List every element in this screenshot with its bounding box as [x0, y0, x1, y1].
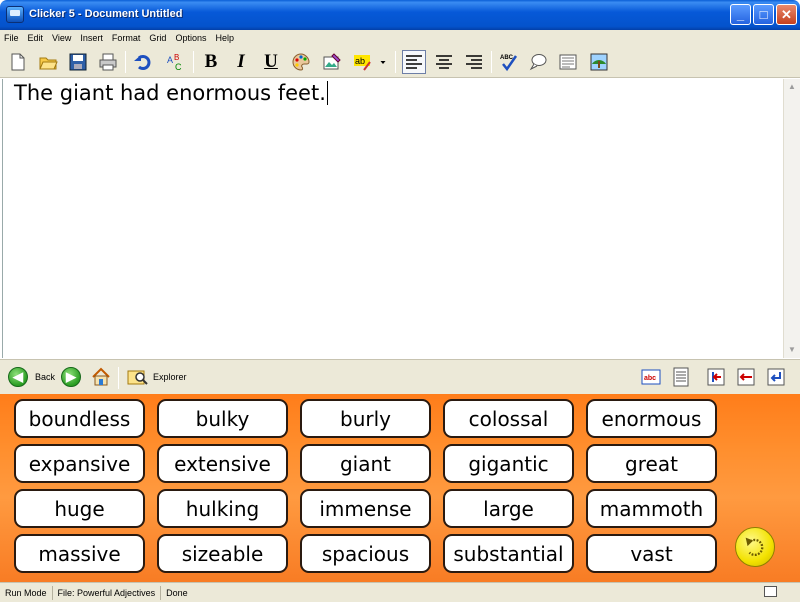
list-page-icon[interactable]	[670, 366, 692, 388]
italic-button[interactable]: I	[229, 50, 253, 74]
word-cell[interactable]: great	[586, 444, 717, 483]
status-state: Done	[166, 587, 188, 598]
status-bar: Run Mode File: Powerful Adjectives Done	[0, 582, 800, 602]
document-content: The giant had enormous feet.	[14, 81, 326, 105]
back-arrow-icon[interactable]: ◀	[8, 367, 28, 387]
menu-file[interactable]: File	[4, 33, 19, 43]
menu-help[interactable]: Help	[215, 33, 234, 43]
toolbar-separator	[395, 51, 396, 73]
word-cell[interactable]: giant	[300, 444, 431, 483]
word-cell[interactable]: massive	[14, 534, 145, 573]
word-cell[interactable]: colossal	[443, 399, 574, 438]
underline-button[interactable]: U	[259, 50, 283, 74]
word-cell[interactable]: hulking	[157, 489, 288, 528]
scroll-down-icon[interactable]: ▼	[788, 345, 796, 354]
toolbar: ABC B I U ab ABC	[0, 45, 800, 78]
status-mode: Run Mode	[0, 585, 53, 600]
word-cell[interactable]: sizeable	[157, 534, 288, 573]
undo-arrow-icon	[745, 537, 764, 557]
picture-paint-icon[interactable]	[320, 50, 344, 74]
word-cell[interactable]: spacious	[300, 534, 431, 573]
menu-options[interactable]: Options	[175, 33, 206, 43]
toolbar-separator	[491, 51, 492, 73]
new-document-icon[interactable]	[6, 50, 30, 74]
highlight-ab-icon[interactable]: ab	[350, 50, 374, 74]
word-cell[interactable]: vast	[586, 534, 717, 573]
title-bar: Clicker 5 - Document Untitled _ □ ✕	[0, 0, 800, 30]
align-center-icon[interactable]	[432, 50, 456, 74]
svg-text:A: A	[167, 55, 173, 65]
scroll-up-icon[interactable]: ▲	[788, 82, 796, 91]
document-text[interactable]: The giant had enormous feet.	[14, 81, 328, 105]
word-cell[interactable]: mammoth	[586, 489, 717, 528]
spell-letters-icon[interactable]: ABC	[164, 50, 188, 74]
previous-page-icon[interactable]	[705, 366, 727, 388]
window-resize-icon[interactable]	[764, 586, 777, 597]
word-cell[interactable]: bulky	[157, 399, 288, 438]
bold-button[interactable]: B	[199, 50, 223, 74]
menu-view[interactable]: View	[52, 33, 71, 43]
menu-bar: File Edit View Insert Format Grid Option…	[0, 30, 800, 45]
svg-text:abc: abc	[644, 375, 656, 382]
document-area[interactable]: The giant had enormous feet.	[2, 79, 783, 358]
minimize-button[interactable]: _	[730, 4, 751, 25]
word-cell[interactable]: substantial	[443, 534, 574, 573]
explorer-label[interactable]: Explorer	[153, 372, 187, 382]
spellcheck-icon[interactable]: ABC	[497, 50, 521, 74]
abc-icon[interactable]: abc	[640, 366, 662, 388]
explorer-icon[interactable]	[126, 366, 148, 388]
word-cell[interactable]: enormous	[586, 399, 717, 438]
toolbar-separator	[193, 51, 194, 73]
back-arrow-red-icon[interactable]	[735, 366, 757, 388]
app-icon[interactable]	[6, 6, 24, 23]
picture-frame-icon[interactable]	[587, 50, 611, 74]
toolbar-separator	[125, 51, 126, 73]
word-cell[interactable]: gigantic	[443, 444, 574, 483]
align-left-icon[interactable]	[402, 50, 426, 74]
align-right-icon[interactable]	[462, 50, 486, 74]
menu-insert[interactable]: Insert	[80, 33, 103, 43]
undo-grid-button[interactable]	[735, 527, 775, 567]
text-caret	[326, 81, 328, 105]
word-grid: boundless bulky burly colossal enormous …	[0, 394, 800, 582]
maximize-button[interactable]: □	[753, 4, 774, 25]
grid-navigation-bar: ◀ Back ▶ Explorer abc	[0, 359, 800, 394]
word-cell[interactable]: burly	[300, 399, 431, 438]
close-button[interactable]: ✕	[776, 4, 797, 25]
enter-icon[interactable]	[765, 366, 787, 388]
word-cell[interactable]: large	[443, 489, 574, 528]
status-file: File: Powerful Adjectives	[53, 585, 162, 600]
svg-text:ab: ab	[355, 56, 365, 66]
nav-separator	[118, 367, 119, 389]
window-title: Clicker 5 - Document Untitled	[29, 8, 183, 20]
forward-arrow-icon[interactable]: ▶	[61, 367, 81, 387]
speech-bubble-icon[interactable]	[526, 50, 550, 74]
word-cell[interactable]: huge	[14, 489, 145, 528]
word-cell[interactable]: extensive	[157, 444, 288, 483]
dropdown-arrow-icon[interactable]	[376, 50, 390, 74]
open-folder-icon[interactable]	[36, 50, 60, 74]
menu-format[interactable]: Format	[112, 33, 141, 43]
word-cell[interactable]: expansive	[14, 444, 145, 483]
print-icon[interactable]	[96, 50, 120, 74]
svg-text:B: B	[174, 53, 179, 62]
svg-text:C: C	[175, 62, 182, 72]
menu-edit[interactable]: Edit	[28, 33, 44, 43]
vertical-scrollbar[interactable]: ▲ ▼	[783, 79, 800, 358]
colour-palette-icon[interactable]	[289, 50, 313, 74]
text-page-icon[interactable]	[556, 50, 580, 74]
undo-icon[interactable]	[131, 50, 155, 74]
save-disk-icon[interactable]	[66, 50, 90, 74]
menu-grid[interactable]: Grid	[149, 33, 166, 43]
back-label[interactable]: Back	[35, 372, 55, 382]
word-cell[interactable]: boundless	[14, 399, 145, 438]
svg-text:ABC: ABC	[500, 55, 514, 61]
word-cell[interactable]: immense	[300, 489, 431, 528]
home-icon[interactable]	[90, 366, 112, 388]
